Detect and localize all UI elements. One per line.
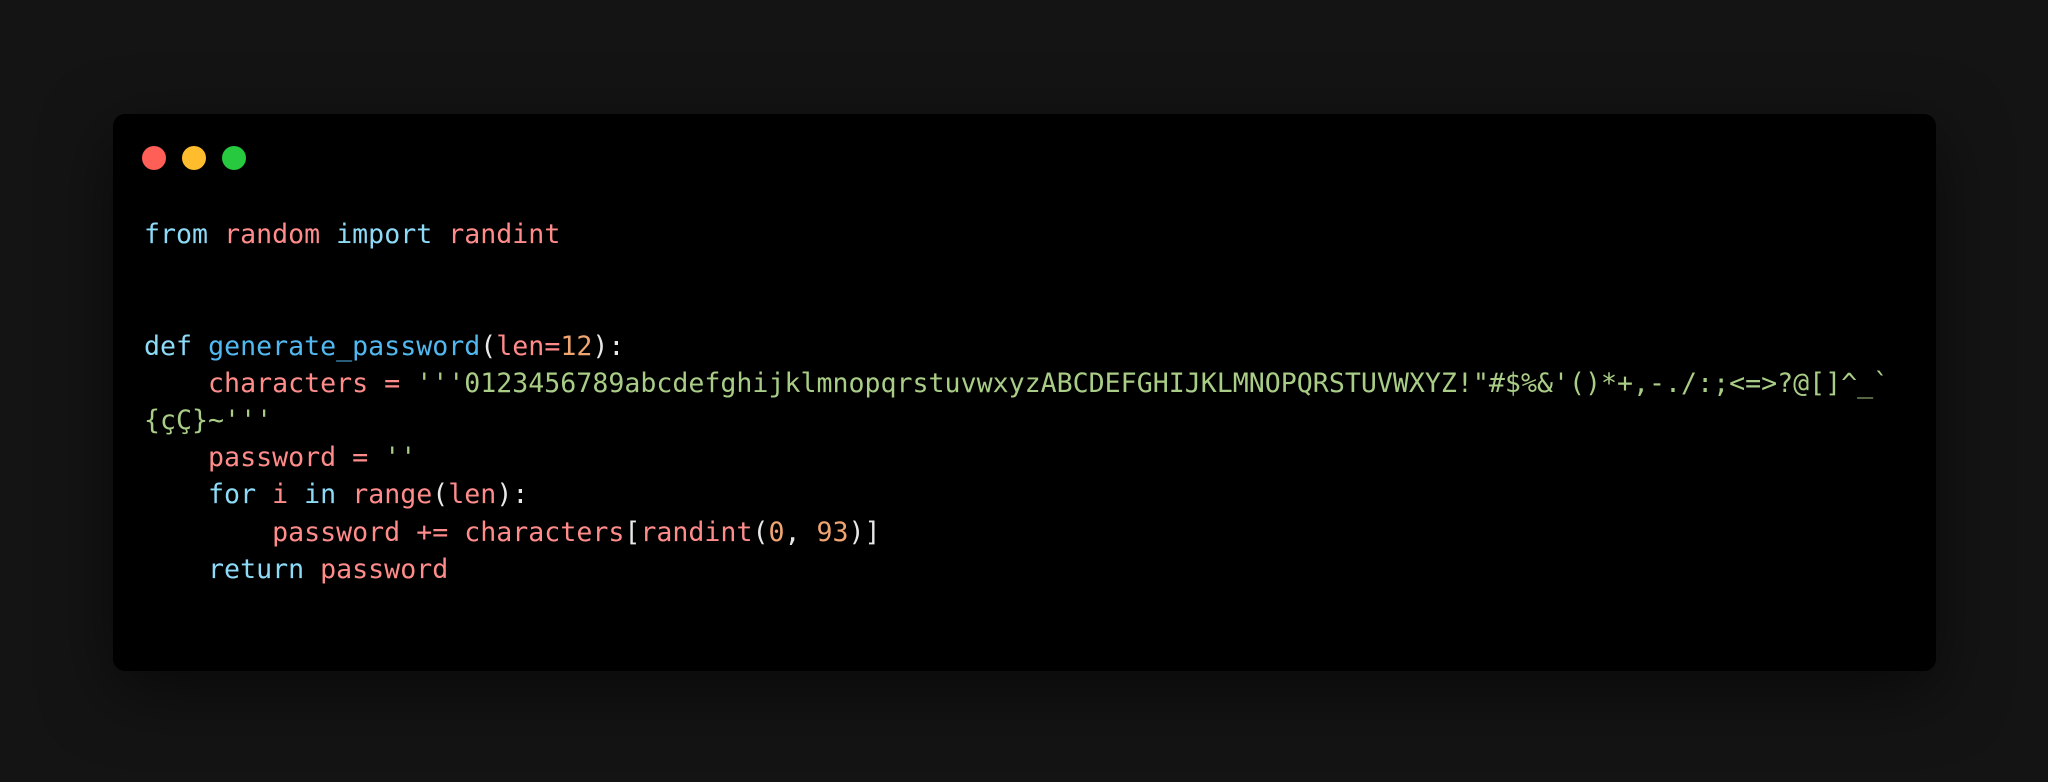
code-token-identifier: = [544,330,561,362]
code-token-punctuation [400,517,416,548]
code-token-keyword: import [336,219,433,250]
code-token-punctuation [144,554,208,585]
code-token-punctuation [336,479,352,510]
code-token-keyword: for [208,479,257,511]
code-token-identifier: range [352,479,433,511]
code-line: characters = '''0123456789abcdefghijklmn… [144,368,1889,436]
code-token-keyword: def [144,330,193,362]
code-token-punctuation [144,479,208,510]
code-token-identifier: characters [208,367,369,399]
code-token-identifier: len [448,479,497,511]
code-token-punctuation [144,517,272,548]
code-token-punctuation [304,554,320,585]
code-token-punctuation [192,331,208,362]
code-token-punctuation: ): [592,330,625,362]
code-token-identifier: = [384,367,401,399]
code-token-punctuation: ): [496,479,529,511]
code-token-identifier: characters [464,516,625,548]
code-token-keyword: in [304,479,337,511]
code-token-punctuation [256,479,272,510]
code-line: password += characters[randint(0, 93)] [144,516,881,548]
code-window: from random import randint def generate_… [113,114,1936,671]
code-token-punctuation: , [784,516,817,548]
close-dot[interactable] [142,146,166,170]
code-line: return password [144,554,448,585]
code-token-function-name: generate_password [208,330,481,362]
code-token-identifier: += [416,516,449,548]
code-token-identifier: = [352,442,369,474]
code-token-identifier: random [224,219,321,250]
code-token-identifier: i [272,479,289,511]
code-token-identifier: randint [640,516,753,548]
code-token-punctuation: [ [624,516,641,548]
code-line: from random import randint [144,219,560,250]
code-line: for i in range(len): [144,479,528,510]
code-token-punctuation [288,479,304,510]
code-token-number: 12 [560,330,593,362]
code-token-punctuation [336,442,352,473]
code-token-punctuation [144,442,208,473]
code-token-punctuation [368,442,384,473]
code-token-keyword: return [208,553,305,585]
code-token-identifier: password [320,553,449,585]
code-token-punctuation [320,219,336,250]
code-token-punctuation [432,219,448,250]
code-line: password = '' [144,442,416,473]
code-token-string: '' [384,442,417,474]
minimize-dot[interactable] [182,146,206,170]
maximize-dot[interactable] [222,146,246,170]
code-token-punctuation: ( [432,479,449,511]
code-token-punctuation [144,368,208,399]
code-token-number: 93 [816,516,849,548]
code-token-identifier: randint [448,219,561,250]
code-token-number: 0 [768,516,785,548]
code-token-punctuation [208,219,224,250]
code-token-punctuation: )] [848,516,881,548]
code-block: from random import randint def generate_… [144,216,1909,588]
code-token-punctuation: ( [480,330,497,362]
code-line: def generate_password(len=12): [144,331,624,362]
code-token-punctuation: ( [752,516,769,548]
code-token-identifier: len [496,330,545,362]
code-token-identifier: password [272,516,401,548]
code-token-keyword: from [144,219,209,250]
code-token-identifier: password [208,442,337,474]
code-token-punctuation [448,517,464,548]
code-token-punctuation [368,368,384,399]
code-token-punctuation [400,368,416,399]
